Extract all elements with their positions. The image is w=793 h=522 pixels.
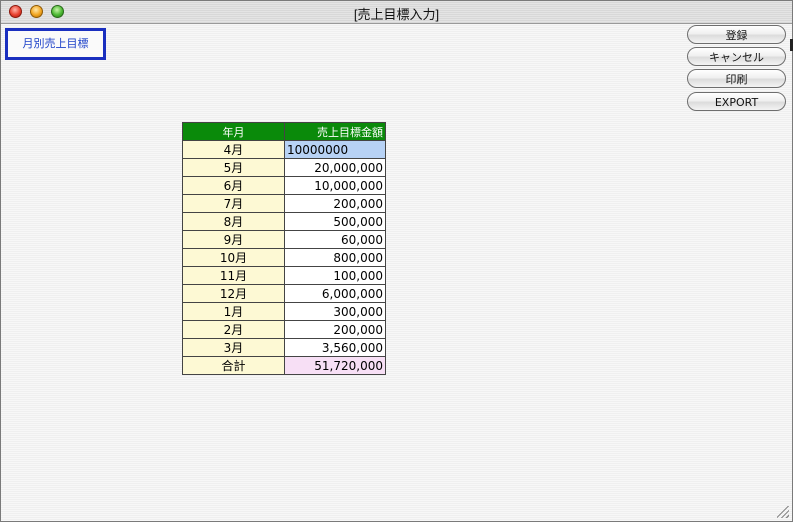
total-label: 合計	[182, 356, 285, 375]
table-row: 2月 200,000	[182, 320, 386, 339]
resize-grip-icon[interactable]	[777, 506, 789, 518]
amount-input[interactable]: 6,000,000	[284, 284, 386, 303]
total-amount: 51,720,000	[284, 356, 386, 375]
month-cell: 3月	[182, 338, 285, 357]
month-cell: 10月	[182, 248, 285, 267]
table-row: 8月 500,000	[182, 212, 386, 231]
table-row: 1月 300,000	[182, 302, 386, 321]
month-cell: 12月	[182, 284, 285, 303]
month-cell: 11月	[182, 266, 285, 285]
total-row: 合計 51,720,000	[182, 356, 386, 375]
amount-input[interactable]: 60,000	[284, 230, 386, 249]
table-row: 12月 6,000,000	[182, 284, 386, 303]
amount-input[interactable]: 20,000,000	[284, 158, 386, 177]
export-button[interactable]: EXPORT	[687, 92, 786, 111]
title-bar[interactable]: [売上目標入力]	[1, 1, 792, 24]
month-cell: 5月	[182, 158, 285, 177]
amount-input[interactable]: 200,000	[284, 320, 386, 339]
month-cell: 1月	[182, 302, 285, 321]
amount-input[interactable]: 100,000	[284, 266, 386, 285]
table-row: 5月 20,000,000	[182, 158, 386, 177]
sales-target-table: 年月 売上目標金額 4月 10000000 5月 20,000,000 6月 1…	[182, 122, 386, 375]
table-row: 10月 800,000	[182, 248, 386, 267]
amount-input[interactable]: 10,000,000	[284, 176, 386, 195]
app-window: [売上目標入力] 月別売上目標 登録 キャンセル 印刷 EXPORT 年月 売上…	[0, 0, 793, 522]
table-header-row: 年月 売上目標金額	[182, 122, 386, 141]
print-button[interactable]: 印刷	[687, 69, 786, 88]
table-row: 4月 10000000	[182, 140, 386, 159]
table-row: 6月 10,000,000	[182, 176, 386, 195]
column-header-amount: 売上目標金額	[284, 122, 386, 141]
window-title: [売上目標入力]	[353, 7, 440, 22]
amount-input[interactable]: 3,560,000	[284, 338, 386, 357]
table-row: 9月 60,000	[182, 230, 386, 249]
register-button[interactable]: 登録	[687, 25, 786, 44]
table-row: 3月 3,560,000	[182, 338, 386, 357]
amount-input[interactable]: 200,000	[284, 194, 386, 213]
month-cell: 8月	[182, 212, 285, 231]
amount-input[interactable]: 10000000	[284, 140, 386, 159]
month-cell: 9月	[182, 230, 285, 249]
table-row: 7月 200,000	[182, 194, 386, 213]
amount-input[interactable]: 500,000	[284, 212, 386, 231]
month-cell: 4月	[182, 140, 285, 159]
month-cell: 2月	[182, 320, 285, 339]
month-cell: 6月	[182, 176, 285, 195]
amount-input[interactable]: 800,000	[284, 248, 386, 267]
amount-input[interactable]: 300,000	[284, 302, 386, 321]
mode-label: 月別売上目標	[5, 28, 106, 60]
cancel-button[interactable]: キャンセル	[687, 47, 786, 66]
table-row: 11月 100,000	[182, 266, 386, 285]
column-header-month: 年月	[182, 122, 285, 141]
month-cell: 7月	[182, 194, 285, 213]
